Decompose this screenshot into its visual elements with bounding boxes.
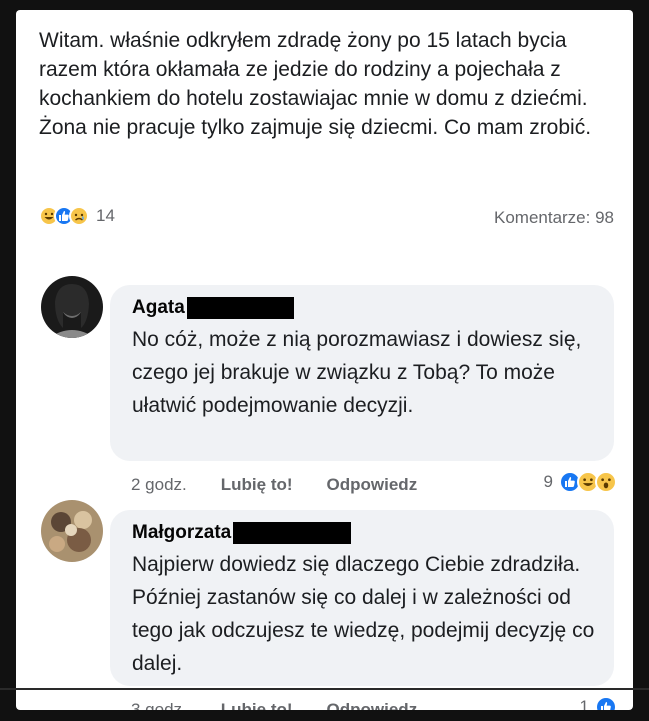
comment-reactions[interactable]: 9 [543, 471, 617, 493]
post-text: Witam. właśnie odkryłem zdradę żony po 1… [39, 29, 592, 139]
video-progress-line [0, 688, 649, 690]
like-button[interactable]: Lubię to! [221, 700, 293, 710]
comment-author[interactable]: Agata [132, 297, 185, 319]
comments-count-link[interactable]: Komentarze: 98 [494, 208, 614, 228]
comment-bubble: Agata No cóż, może z nią porozmawiasz i … [110, 285, 614, 461]
sad-face-icon [69, 206, 89, 226]
reply-button[interactable]: Odpowiedz [327, 700, 418, 710]
comment-reactions-count: 9 [543, 472, 553, 491]
wow-face-icon [595, 471, 617, 493]
comment-author[interactable]: Małgorzata [132, 522, 231, 544]
redacted-name-block [233, 522, 352, 544]
like-button[interactable]: Lubię to! [221, 475, 293, 495]
post-stats-bar: 14 Komentarze: 98 [39, 206, 614, 232]
comment-timestamp[interactable]: 3 godz. [131, 700, 187, 710]
avatar[interactable] [41, 276, 103, 338]
like-icon [595, 696, 617, 710]
reply-button[interactable]: Odpowiedz [327, 475, 418, 495]
comment-bubble: Małgorzata Najpierw dowiedz się dlaczego… [110, 510, 614, 686]
comment-actions: 2 godz. Lubię to! Odpowiedz [131, 472, 417, 498]
comment-text: No cóż, może z nią porozmawiasz i dowies… [132, 328, 582, 417]
post-reactions[interactable]: 14 [39, 206, 115, 226]
avatar[interactable] [41, 500, 103, 562]
facebook-post-card: Witam. właśnie odkryłem zdradę żony po 1… [16, 10, 633, 710]
comment-reactions[interactable]: 1 [579, 696, 617, 710]
comment-reactions-count: 1 [579, 697, 589, 710]
redacted-name-block [186, 297, 294, 319]
comment-timestamp[interactable]: 2 godz. [131, 475, 187, 495]
comment-actions: 3 godz. Lubię to! Odpowiedz [131, 697, 417, 710]
comment-text: Najpierw dowiedz się dlaczego Ciebie zdr… [132, 553, 595, 675]
post-reactions-count: 14 [96, 206, 115, 225]
